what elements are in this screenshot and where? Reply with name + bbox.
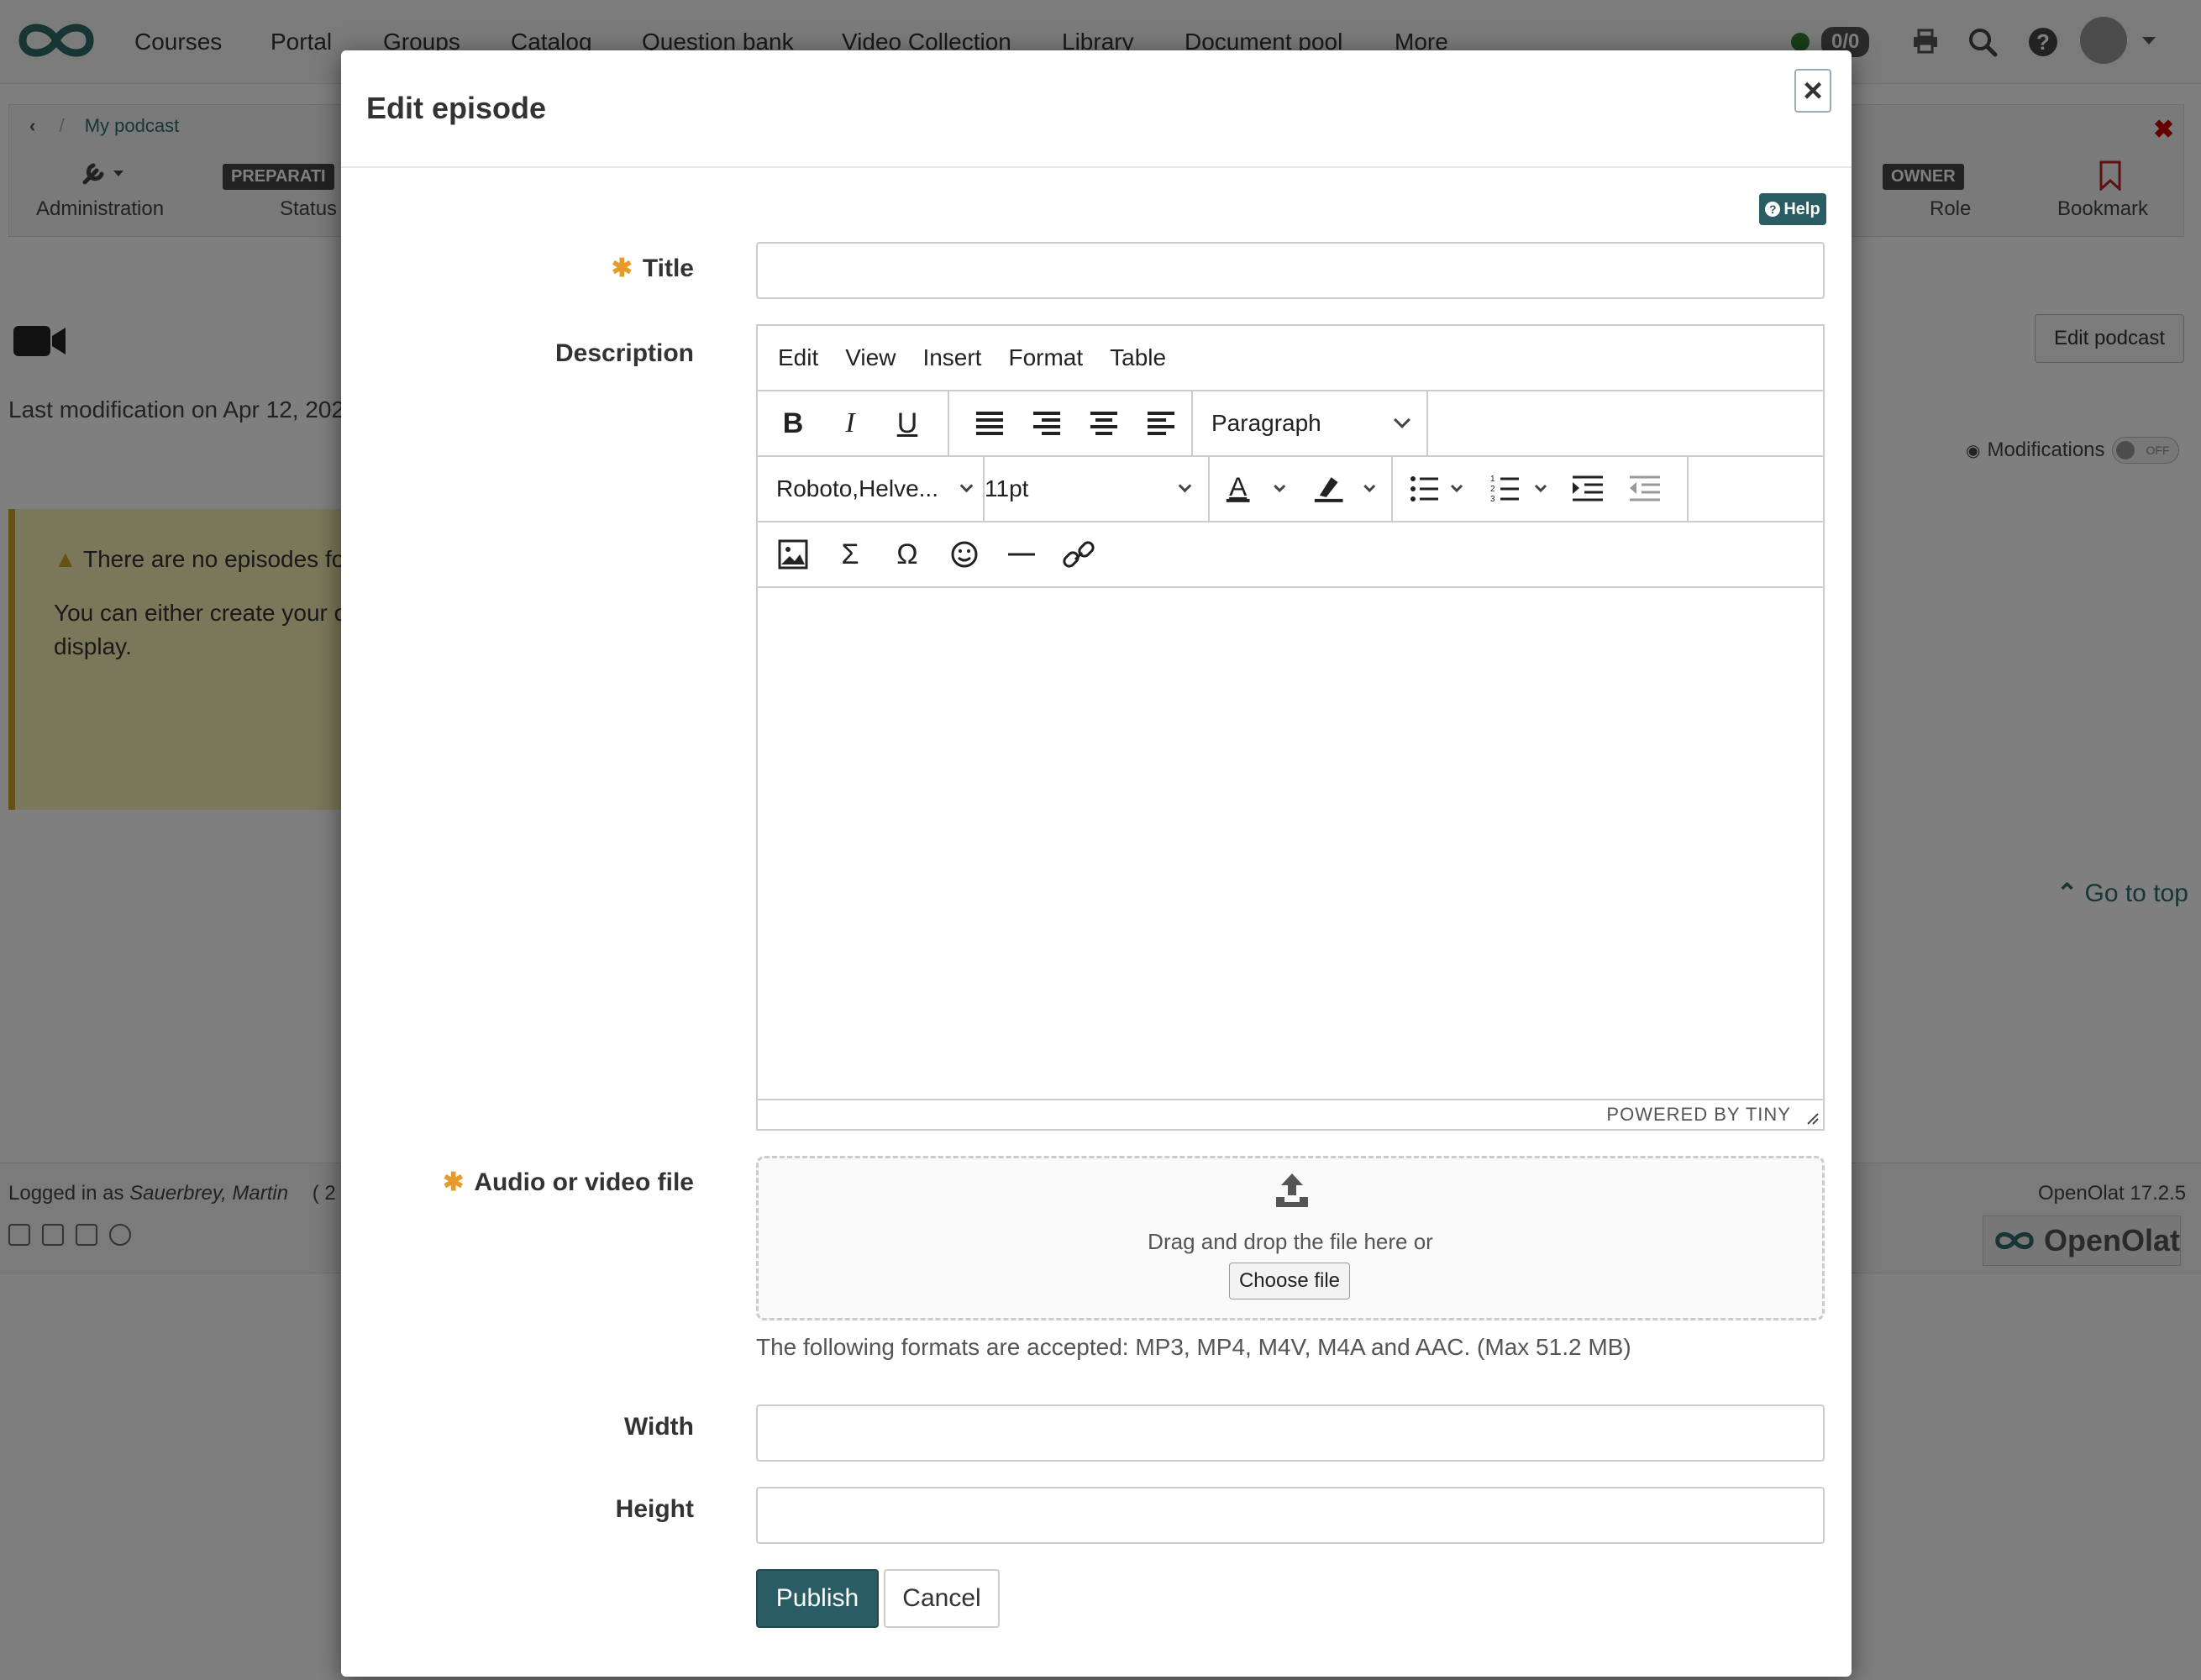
- menu-table[interactable]: Table: [1110, 344, 1166, 371]
- sigma-icon[interactable]: Σ: [822, 522, 879, 586]
- dialog-header: Edit episode ×: [341, 50, 1852, 168]
- align-justify-icon[interactable]: [961, 391, 1018, 455]
- upload-icon: [1276, 1173, 1308, 1207]
- editor-statusbar: POWERED BY TINY: [758, 1099, 1823, 1129]
- text-style-group: B I U: [764, 391, 949, 455]
- edit-episode-dialog: Edit episode × ? Help ✱ Title Description…: [341, 50, 1852, 1677]
- accepted-formats-text: The following formats are accepted: MP3,…: [756, 1334, 1631, 1360]
- editor-toolbar-row-3: Σ Ω: [758, 522, 1823, 588]
- rich-text-editor: Edit View Insert Format Table B I U Para…: [756, 324, 1825, 1131]
- drop-text: Drag and drop the file here or: [1148, 1229, 1433, 1254]
- font-family-select[interactable]: Roboto,Helve...: [758, 457, 985, 521]
- horizontal-line-icon[interactable]: [993, 522, 1050, 586]
- height-label: Height: [615, 1495, 694, 1523]
- alignment-group: [949, 391, 1193, 455]
- insert-group: Σ Ω: [764, 522, 1107, 586]
- menu-insert[interactable]: Insert: [922, 344, 981, 371]
- svg-text:1: 1: [1490, 475, 1495, 484]
- dialog-title: Edit episode: [366, 91, 547, 125]
- editor-toolbar-row-2: Roboto,Helve... 11pt A 1 2 3: [758, 457, 1823, 522]
- highlight-color-icon[interactable]: [1301, 457, 1391, 521]
- close-icon: ×: [1803, 72, 1823, 109]
- required-asterisk-icon: ✱: [443, 1168, 465, 1196]
- menu-view[interactable]: View: [845, 344, 896, 371]
- omega-icon[interactable]: Ω: [879, 522, 936, 586]
- outdent-icon[interactable]: [1618, 457, 1675, 521]
- choose-file-button[interactable]: Choose file: [1229, 1263, 1350, 1299]
- emoji-icon[interactable]: [936, 522, 993, 586]
- height-input[interactable]: [756, 1487, 1825, 1544]
- question-icon: ?: [1765, 202, 1781, 217]
- bullet-list-icon[interactable]: [1393, 457, 1477, 521]
- svg-text:3: 3: [1490, 495, 1495, 504]
- editor-toolbar-row-1: B I U Paragraph: [758, 391, 1823, 457]
- title-label: ✱ Title: [611, 255, 694, 282]
- align-center-icon[interactable]: [1075, 391, 1132, 455]
- width-label: Width: [623, 1413, 694, 1441]
- menu-edit[interactable]: Edit: [778, 344, 818, 371]
- svg-text:2: 2: [1490, 485, 1495, 494]
- list-indent-group: 123: [1393, 457, 1689, 521]
- help-button[interactable]: ? Help: [1759, 193, 1826, 225]
- align-left-icon[interactable]: [1132, 391, 1190, 455]
- chevron-down-icon: [1178, 479, 1192, 492]
- numbered-list-icon[interactable]: 123: [1477, 457, 1561, 521]
- description-label: Description: [554, 339, 694, 367]
- required-asterisk-icon: ✱: [611, 255, 633, 282]
- indent-icon[interactable]: [1561, 457, 1618, 521]
- chevron-down-icon: [959, 479, 974, 492]
- editor-content-area[interactable]: [758, 588, 1823, 1100]
- svg-text:A: A: [1229, 471, 1248, 501]
- image-icon[interactable]: [764, 522, 822, 586]
- text-color-icon[interactable]: A: [1210, 457, 1301, 521]
- resize-handle-icon[interactable]: [1806, 1112, 1820, 1126]
- file-label: ✱ Audio or video file: [443, 1168, 694, 1196]
- underline-icon[interactable]: U: [879, 391, 936, 455]
- chevron-down-icon: [1394, 412, 1410, 428]
- color-group: A: [1210, 457, 1393, 521]
- bold-icon[interactable]: B: [764, 391, 822, 455]
- publish-button[interactable]: Publish: [756, 1569, 879, 1628]
- block-format-select[interactable]: Paragraph: [1193, 391, 1428, 455]
- width-input[interactable]: [756, 1404, 1825, 1462]
- powered-by-tiny[interactable]: POWERED BY TINY: [1606, 1104, 1791, 1125]
- title-input[interactable]: [756, 242, 1825, 299]
- italic-icon[interactable]: I: [822, 391, 879, 455]
- cancel-button[interactable]: Cancel: [884, 1569, 1000, 1628]
- align-right-icon[interactable]: [1018, 391, 1075, 455]
- close-dialog-button[interactable]: ×: [1794, 69, 1831, 113]
- link-icon[interactable]: [1050, 522, 1107, 586]
- file-dropzone[interactable]: Drag and drop the file here or Choose fi…: [756, 1156, 1825, 1320]
- menu-format[interactable]: Format: [1008, 344, 1083, 371]
- editor-menubar: Edit View Insert Format Table: [758, 326, 1823, 391]
- font-size-select[interactable]: 11pt: [985, 457, 1210, 521]
